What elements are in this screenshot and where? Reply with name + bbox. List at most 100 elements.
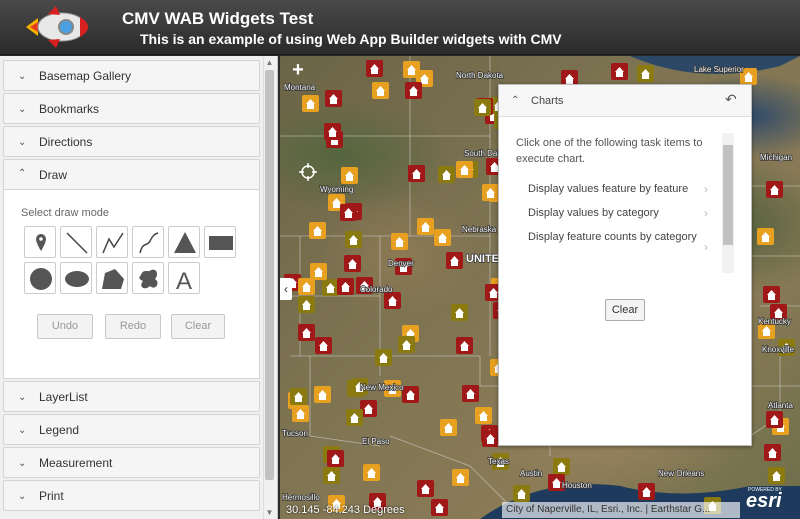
feature-marker[interactable]: [324, 123, 341, 140]
task-item-values-by-category[interactable]: Display values by category: [528, 201, 708, 225]
undo-button[interactable]: Undo: [37, 314, 93, 339]
triangle-icon: [174, 232, 196, 253]
draw-point-tool[interactable]: [24, 226, 56, 258]
task-item-feature-counts[interactable]: Display feature counts by category: [528, 225, 708, 249]
draw-triangle-tool[interactable]: [168, 226, 200, 258]
feature-marker[interactable]: [451, 304, 468, 321]
draw-freehand-polygon-tool[interactable]: [132, 262, 164, 294]
feature-marker[interactable]: [417, 480, 434, 497]
feature-marker[interactable]: [766, 411, 783, 428]
feature-marker[interactable]: [764, 444, 781, 461]
feature-marker[interactable]: [402, 386, 419, 403]
esri-logo[interactable]: esri: [746, 490, 782, 513]
feature-marker[interactable]: [341, 167, 358, 184]
feature-marker[interactable]: [637, 65, 654, 82]
feature-marker[interactable]: [375, 349, 392, 366]
feature-marker[interactable]: [346, 409, 363, 426]
feature-marker[interactable]: [763, 286, 780, 303]
feature-marker[interactable]: [310, 263, 327, 280]
feature-marker[interactable]: [323, 467, 340, 484]
pane-legend[interactable]: ⌄ Legend: [3, 414, 260, 445]
draw-rectangle-tool[interactable]: [204, 226, 236, 258]
feature-marker[interactable]: [766, 181, 783, 198]
feature-marker[interactable]: [417, 218, 434, 235]
draw-freehand-polyline-tool[interactable]: [132, 226, 164, 258]
feature-marker[interactable]: [290, 388, 307, 405]
task-item-values-by-feature[interactable]: Display values feature by feature: [528, 177, 708, 201]
draw-circle-tool[interactable]: [24, 262, 56, 294]
pane-bookmarks[interactable]: ⌄ Bookmarks: [3, 93, 260, 124]
charts-scrollbar-thumb[interactable]: [723, 145, 733, 245]
feature-marker[interactable]: [309, 222, 326, 239]
feature-marker[interactable]: [298, 324, 315, 341]
pane-print[interactable]: ⌄ Print: [3, 480, 260, 511]
feature-marker[interactable]: [462, 385, 479, 402]
pane-layerlist[interactable]: ⌄ LayerList: [3, 381, 260, 412]
locate-crosshair-icon[interactable]: [298, 162, 318, 182]
feature-marker[interactable]: [398, 336, 415, 353]
draw-polyline-tool[interactable]: [96, 226, 128, 258]
chevron-up-icon[interactable]: ⌃: [511, 95, 519, 106]
map-attribution[interactable]: City of Naperville, IL, Esri., Inc. | Ea…: [502, 502, 740, 518]
feature-marker[interactable]: [344, 255, 361, 272]
feature-marker[interactable]: [456, 337, 473, 354]
feature-marker[interactable]: [611, 63, 628, 80]
charts-header[interactable]: ⌃ Charts ↶: [499, 85, 751, 117]
feature-marker[interactable]: [768, 467, 785, 484]
feature-marker[interactable]: [314, 386, 331, 403]
redo-button[interactable]: Redo: [105, 314, 161, 339]
feature-marker[interactable]: [408, 165, 425, 182]
feature-marker[interactable]: [434, 229, 451, 246]
feature-marker[interactable]: [345, 231, 362, 248]
feature-marker[interactable]: [391, 233, 408, 250]
feature-marker[interactable]: [298, 296, 315, 313]
feature-marker[interactable]: [482, 184, 499, 201]
feature-marker[interactable]: [384, 292, 401, 309]
feature-marker[interactable]: [431, 499, 448, 516]
feature-marker[interactable]: [322, 279, 339, 296]
feature-marker[interactable]: [337, 278, 354, 295]
feature-marker[interactable]: [553, 458, 570, 475]
feature-marker[interactable]: [513, 485, 530, 502]
feature-marker[interactable]: [366, 60, 383, 77]
feature-marker[interactable]: [315, 337, 332, 354]
draw-text-tool[interactable]: A: [168, 262, 200, 294]
scroll-up-arrow-icon[interactable]: ▲: [265, 58, 274, 67]
back-arrow-icon[interactable]: ↶: [725, 91, 737, 108]
feature-marker[interactable]: [403, 61, 420, 78]
zoom-in-button[interactable]: +: [285, 58, 311, 84]
pane-draw[interactable]: ⌃ Draw: [3, 159, 260, 190]
feature-marker[interactable]: [325, 90, 342, 107]
draw-line-tool[interactable]: [60, 226, 92, 258]
feature-marker[interactable]: [452, 469, 469, 486]
feature-marker[interactable]: [340, 204, 357, 221]
feature-marker[interactable]: [292, 405, 309, 422]
pane-measurement[interactable]: ⌄ Measurement: [3, 447, 260, 478]
feature-marker[interactable]: [440, 419, 457, 436]
feature-marker[interactable]: [446, 252, 463, 269]
polyline-icon: [102, 232, 124, 254]
feature-marker[interactable]: [475, 407, 492, 424]
feature-marker[interactable]: [482, 430, 499, 447]
feature-marker[interactable]: [638, 483, 655, 500]
feature-marker[interactable]: [405, 82, 422, 99]
feature-marker[interactable]: [456, 161, 473, 178]
draw-polygon-tool[interactable]: [96, 262, 128, 294]
feature-marker[interactable]: [372, 82, 389, 99]
feature-marker[interactable]: [363, 464, 380, 481]
collapse-sidebar-button[interactable]: ‹: [280, 278, 292, 300]
feature-marker[interactable]: [757, 228, 774, 245]
draw-clear-button[interactable]: Clear: [171, 314, 225, 339]
draw-ellipse-tool[interactable]: [60, 262, 92, 294]
sidebar-scrollbar-thumb[interactable]: [265, 70, 274, 480]
feature-marker[interactable]: [302, 95, 319, 112]
charts-clear-button[interactable]: Clear: [605, 299, 645, 321]
pane-directions[interactable]: ⌄ Directions: [3, 126, 260, 157]
feature-marker[interactable]: [474, 99, 491, 116]
pane-basemap-gallery[interactable]: ⌄ Basemap Gallery: [3, 60, 260, 91]
feature-marker[interactable]: [298, 278, 315, 295]
feature-marker[interactable]: [327, 450, 344, 467]
scroll-down-arrow-icon[interactable]: ▼: [265, 508, 274, 517]
map-label: Austin: [520, 469, 542, 478]
feature-marker[interactable]: [438, 166, 455, 183]
